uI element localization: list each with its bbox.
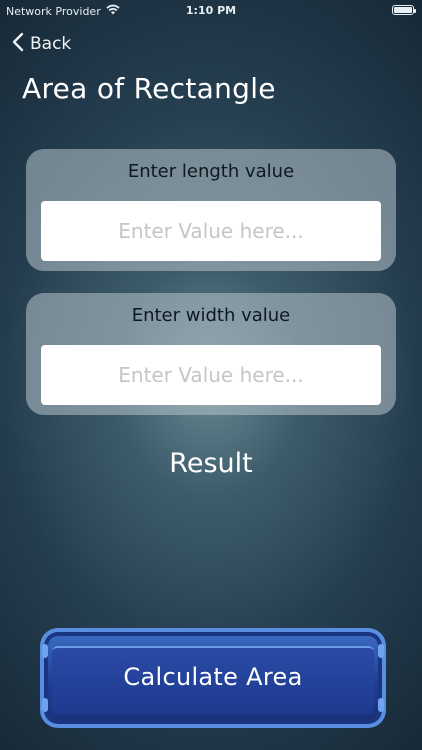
- width-input[interactable]: [41, 345, 381, 405]
- battery-icon: [392, 5, 416, 15]
- length-card: Enter length value: [26, 149, 396, 271]
- page-title: Area of Rectangle: [22, 72, 276, 105]
- width-card: Enter width value: [26, 293, 396, 415]
- calculate-area-button[interactable]: Calculate Area: [40, 628, 386, 728]
- status-bar: Network Provider 1:10 PM: [0, 0, 422, 22]
- result-text: Result: [169, 448, 253, 479]
- length-label: Enter length value: [127, 161, 295, 182]
- length-input[interactable]: [41, 201, 381, 261]
- back-label: Back: [30, 34, 72, 54]
- chevron-left-icon: [12, 32, 24, 57]
- calculate-area-label: Calculate Area: [123, 663, 303, 691]
- back-button[interactable]: Back: [12, 31, 71, 57]
- width-label: Enter width value: [131, 305, 291, 326]
- status-time: 1:10 PM: [185, 4, 237, 17]
